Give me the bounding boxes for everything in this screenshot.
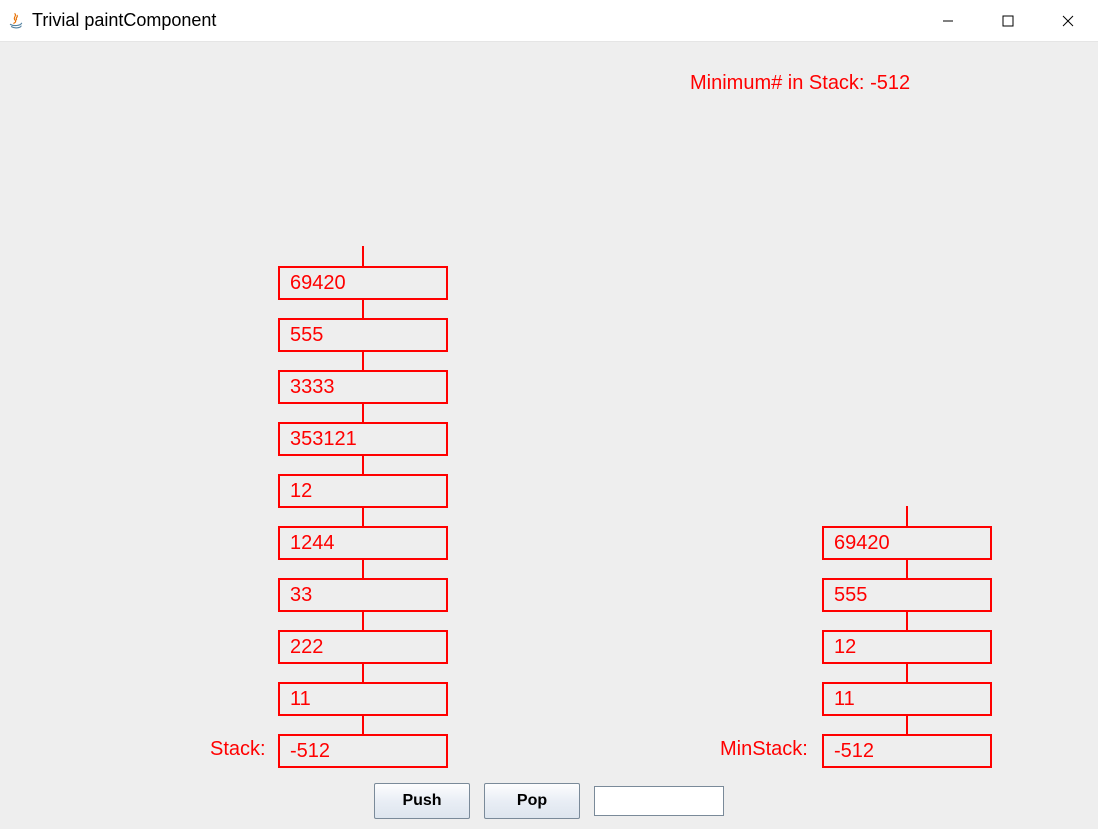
minstack-top-connector xyxy=(906,506,908,526)
stack-connector xyxy=(362,352,364,370)
close-button[interactable] xyxy=(1038,0,1098,42)
stack-connector xyxy=(362,404,364,422)
stack-cell: 353121 xyxy=(278,422,448,456)
stack-top-connector xyxy=(362,246,364,266)
minstack-cell: 555 xyxy=(822,578,992,612)
minimize-button[interactable] xyxy=(918,0,978,42)
minstack-cell: 12 xyxy=(822,630,992,664)
push-button[interactable]: Push xyxy=(374,783,470,819)
stack-connector xyxy=(362,456,364,474)
stack-connector xyxy=(362,508,364,526)
stack-cell: 555 xyxy=(278,318,448,352)
stack-cell: 12 xyxy=(278,474,448,508)
minstack-label: MinStack: xyxy=(720,738,808,761)
window-titlebar: Trivial paintComponent xyxy=(0,0,1098,42)
maximize-button[interactable] xyxy=(978,0,1038,42)
stack-cell: -512 xyxy=(278,734,448,768)
stack-connector xyxy=(362,300,364,318)
stack-label: Stack: xyxy=(210,738,266,761)
minstack-cell: -512 xyxy=(822,734,992,768)
stack-connector xyxy=(362,716,364,734)
stack-cell: 11 xyxy=(278,682,448,716)
stack-connector xyxy=(362,612,364,630)
stack-cell: 1244 xyxy=(278,526,448,560)
window-title: Trivial paintComponent xyxy=(32,10,216,31)
minstack-column: 69420 555 12 11 -512 xyxy=(822,506,992,768)
minstack-cell: 11 xyxy=(822,682,992,716)
minstack-connector xyxy=(906,560,908,578)
window-controls xyxy=(918,0,1098,42)
minstack-connector xyxy=(906,612,908,630)
stack-cell: 33 xyxy=(278,578,448,612)
content-panel: Minimum# in Stack: -512 Stack: MinStack:… xyxy=(0,42,1098,829)
minstack-connector xyxy=(906,716,908,734)
controls-bar: Push Pop xyxy=(0,783,1098,819)
minimum-status: Minimum# in Stack: -512 xyxy=(690,72,910,95)
stack-cell: 69420 xyxy=(278,266,448,300)
minimum-status-label: Minimum# in Stack: xyxy=(690,72,870,94)
minstack-cell: 69420 xyxy=(822,526,992,560)
minimum-status-value: -512 xyxy=(870,72,910,94)
stack-connector xyxy=(362,560,364,578)
java-icon xyxy=(6,11,26,31)
stack-cell: 3333 xyxy=(278,370,448,404)
pop-button[interactable]: Pop xyxy=(484,783,580,819)
stack-column: 69420 555 3333 353121 12 1244 33 222 11 -512 xyxy=(278,246,448,768)
minstack-connector xyxy=(906,664,908,682)
value-input[interactable] xyxy=(594,786,724,816)
stack-cell: 222 xyxy=(278,630,448,664)
stack-connector xyxy=(362,664,364,682)
